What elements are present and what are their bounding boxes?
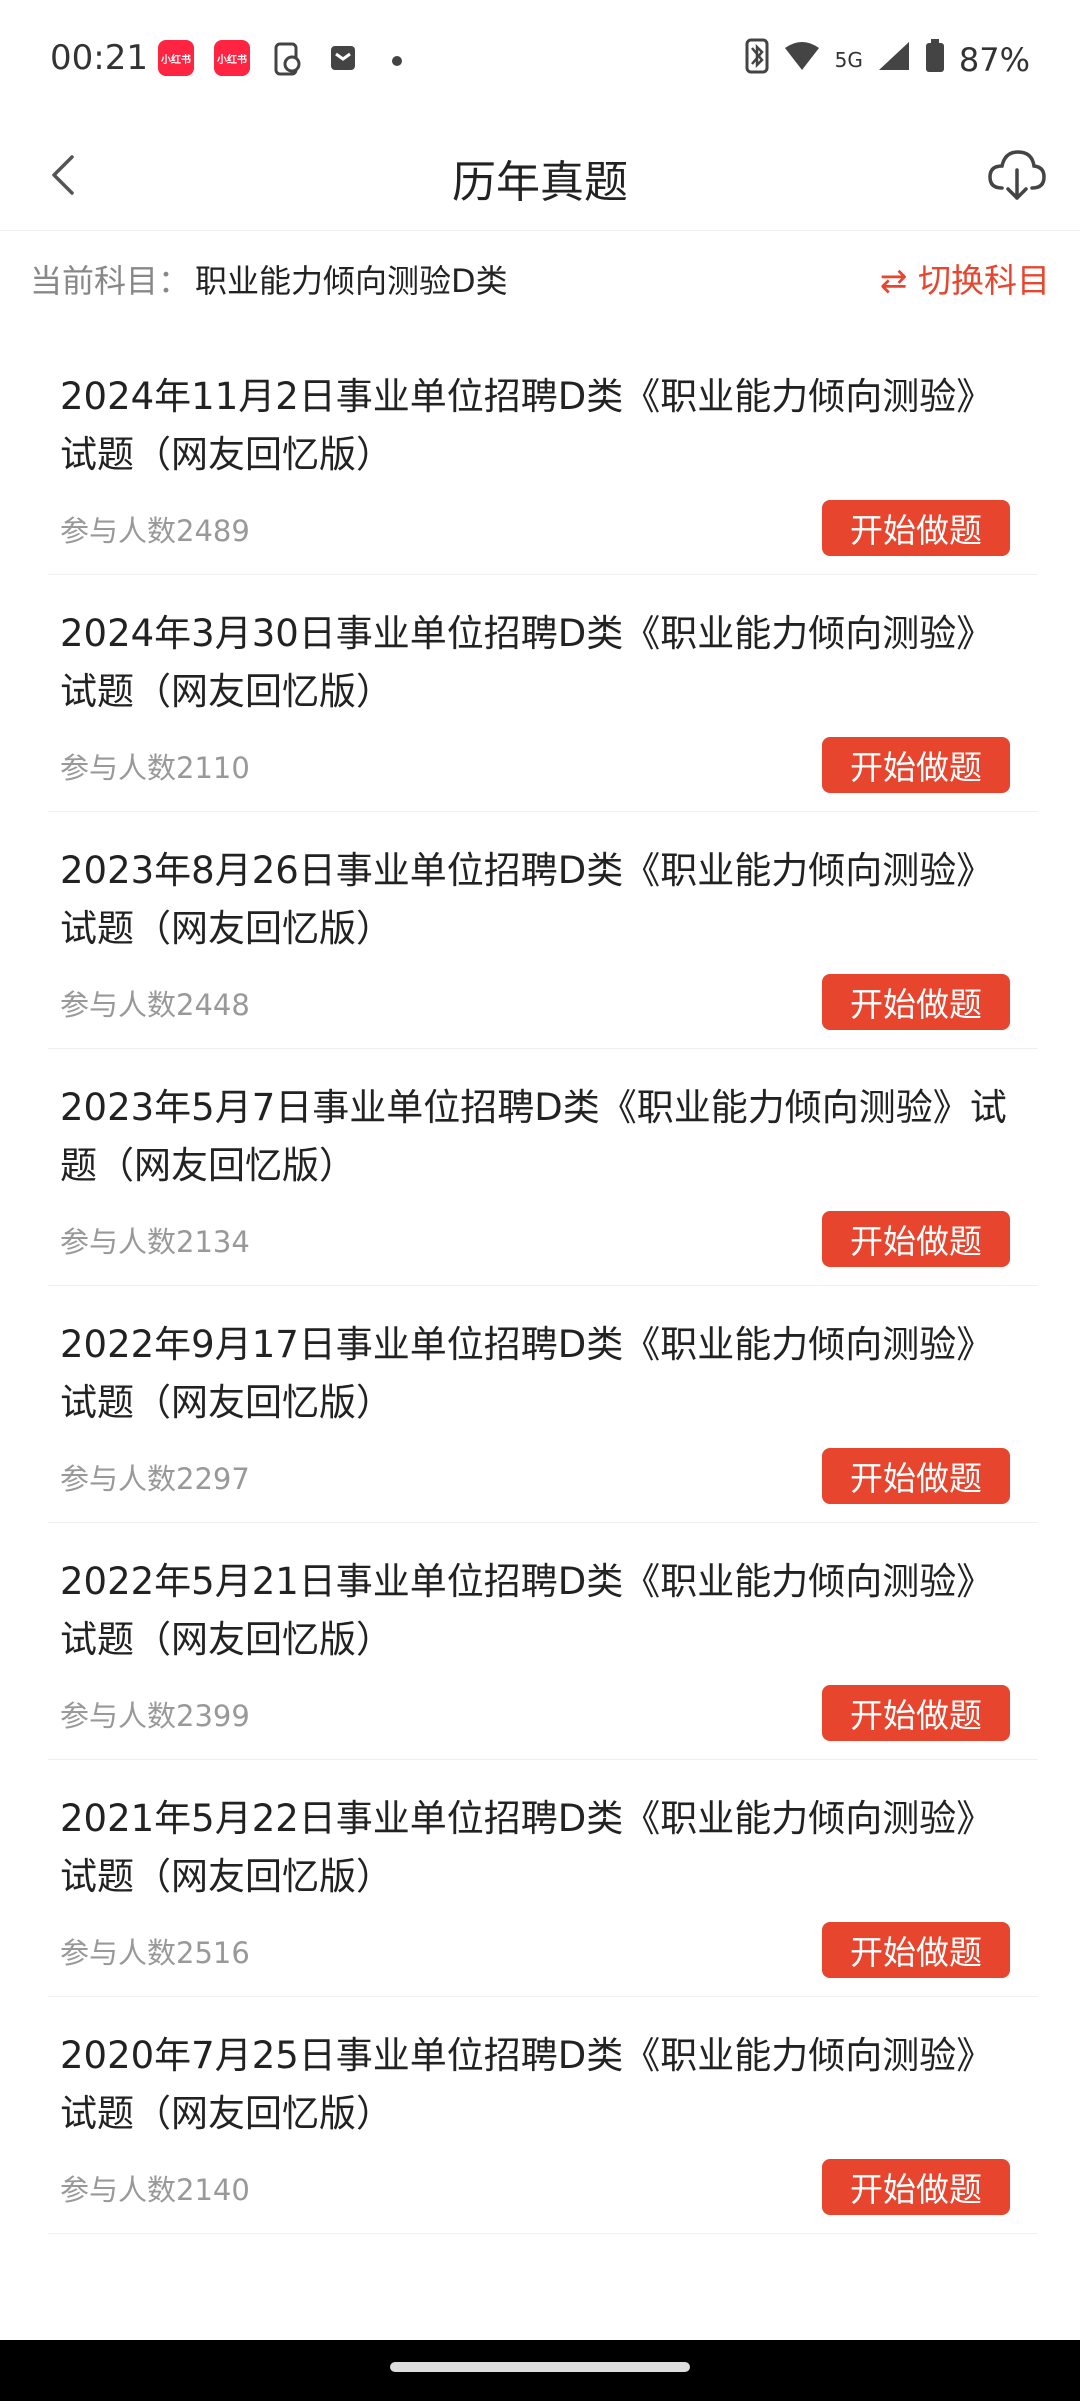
participant-count: 参与人数2110 [60,751,250,785]
notification-dot-icon [392,56,402,66]
subject-label: 当前科目： [30,262,191,300]
battery-icon [925,39,945,81]
start-practice-button[interactable]: 开始做题 [822,1685,1010,1741]
participant-count: 参与人数2140 [60,2173,250,2207]
start-practice-button[interactable]: 开始做题 [822,2159,1010,2215]
battery-percent: 87% [958,41,1030,79]
status-bar: 00:21 小红书 小红书 5G 87% [0,0,1080,120]
list-item[interactable]: 2024年3月30日事业单位招聘D类《职业能力倾向测验》试题（网友回忆版） 参与… [48,575,1038,812]
exam-title: 2023年5月7日事业单位招聘D类《职业能力倾向测验》试题（网友回忆版） [60,1086,1007,1187]
switch-subject-button[interactable]: ⇄ 切换科目 [880,254,1050,302]
exam-title: 2024年3月30日事业单位招聘D类《职业能力倾向测验》试题（网友回忆版） [60,612,994,713]
start-practice-button[interactable]: 开始做题 [822,500,1010,556]
participant-count: 参与人数2399 [60,1699,250,1733]
start-practice-button[interactable]: 开始做题 [822,1448,1010,1504]
exam-title: 2022年5月21日事业单位招聘D类《职业能力倾向测验》试题（网友回忆版） [60,1560,994,1661]
list-item[interactable]: 2022年9月17日事业单位招聘D类《职业能力倾向测验》试题（网友回忆版） 参与… [48,1286,1038,1523]
app-header: 历年真题 [0,120,1080,231]
exam-title: 2022年9月17日事业单位招聘D类《职业能力倾向测验》试题（网友回忆版） [60,1323,994,1424]
exam-list: 2024年11月2日事业单位招聘D类《职业能力倾向测验》试题（网友回忆版） 参与… [48,338,1038,2234]
exam-title: 2021年5月22日事业单位招聘D类《职业能力倾向测验》试题（网友回忆版） [60,1797,994,1898]
participant-count: 参与人数2448 [60,988,250,1022]
bluetooth-icon [745,38,769,82]
participant-count: 参与人数2516 [60,1936,250,1970]
participant-count: 参与人数2297 [60,1462,250,1496]
start-practice-button[interactable]: 开始做题 [822,1211,1010,1267]
start-practice-button[interactable]: 开始做题 [822,974,1010,1030]
page-title: 历年真题 [452,157,628,208]
list-item[interactable]: 2023年8月26日事业单位招聘D类《职业能力倾向测验》试题（网友回忆版） 参与… [48,812,1038,1049]
exam-title: 2023年8月26日事业单位招聘D类《职业能力倾向测验》试题（网友回忆版） [60,849,994,950]
participant-count: 参与人数2134 [60,1225,250,1259]
exam-title: 2020年7月25日事业单位招聘D类《职业能力倾向测验》试题（网友回忆版） [60,2034,994,2135]
start-practice-button[interactable]: 开始做题 [822,737,1010,793]
phone-sync-icon [272,42,304,82]
xiaohongshu-app-icon: 小红书 [158,40,194,76]
system-nav-bar [0,2340,1080,2401]
download-button[interactable] [984,142,1050,208]
mail-icon [328,42,358,78]
status-time: 00:21 [50,38,148,78]
cloud-download-icon [984,150,1050,212]
list-item[interactable]: 2024年11月2日事业单位招聘D类《职业能力倾向测验》试题（网友回忆版） 参与… [48,338,1038,575]
participant-count: 参与人数2489 [60,514,250,548]
subject-bar: 当前科目： 职业能力倾向测验D类 ⇄ 切换科目 [0,232,1080,322]
network-type: 5G [834,48,863,72]
start-practice-button[interactable]: 开始做题 [822,1922,1010,1978]
exam-title: 2024年11月2日事业单位招聘D类《职业能力倾向测验》试题（网友回忆版） [60,375,994,476]
wifi-icon [783,40,821,80]
subject-value: 职业能力倾向测验D类 [195,262,508,300]
home-gesture-handle[interactable] [390,2362,690,2372]
list-item[interactable]: 2021年5月22日事业单位招聘D类《职业能力倾向测验》试题（网友回忆版） 参与… [48,1760,1038,1997]
list-item[interactable]: 2022年5月21日事业单位招聘D类《职业能力倾向测验》试题（网友回忆版） 参与… [48,1523,1038,1760]
list-item[interactable]: 2020年7月25日事业单位招聘D类《职业能力倾向测验》试题（网友回忆版） 参与… [48,1997,1038,2234]
status-right-group: 5G 87% [745,38,1030,82]
signal-icon [877,40,911,80]
switch-subject-label: ⇄ 切换科目 [879,261,1050,300]
list-item[interactable]: 2023年5月7日事业单位招聘D类《职业能力倾向测验》试题（网友回忆版） 参与人… [48,1049,1038,1286]
xiaohongshu-app-icon: 小红书 [214,40,250,76]
